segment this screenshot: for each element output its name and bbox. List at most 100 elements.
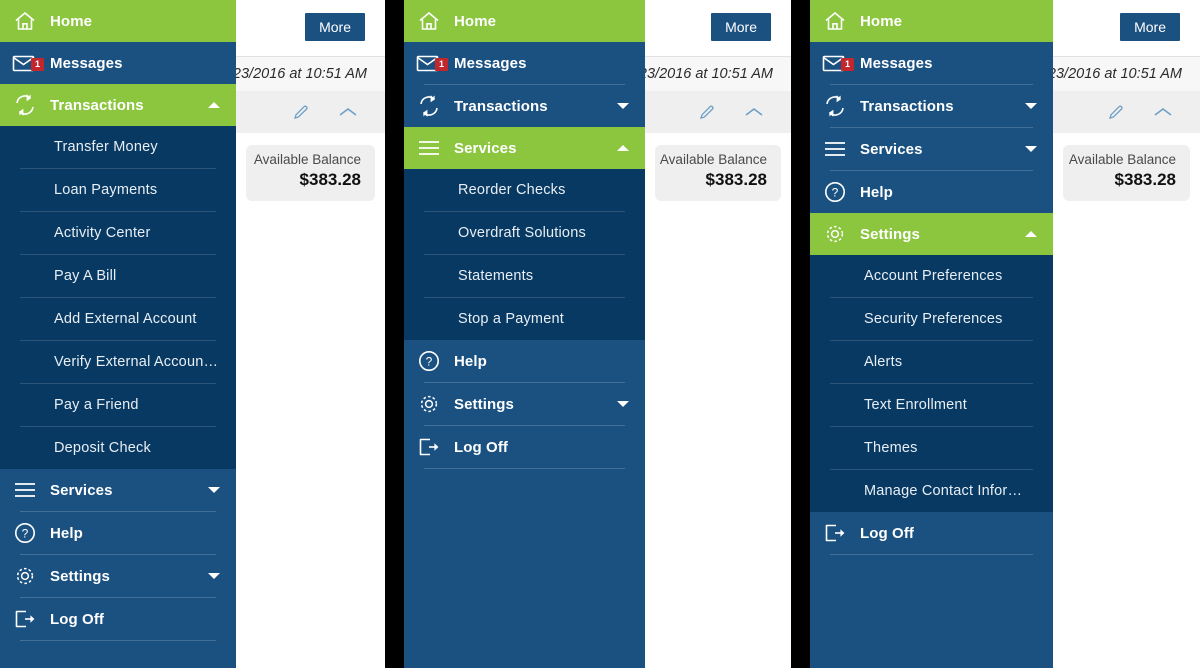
sidebar-item-log-off[interactable]: Log Off [0,598,236,640]
screenshot-root: More 06/23/2016 at 10:51 AM Available Ba… [0,0,1200,668]
pencil-icon[interactable] [697,102,717,122]
sidebar-item-home[interactable]: Home [404,0,645,42]
content-area: More 06/23/2016 at 10:51 AM Available Ba… [1053,0,1200,668]
sidebar-item-log-off[interactable]: Log Off [810,512,1053,554]
sidebar-nav-settings-expanded: Home 1 Messages Transactions Services? Help Se… [810,0,1053,668]
sidebar-item-messages[interactable]: 1 Messages [810,42,1053,84]
sidebar-item-messages[interactable]: 1 Messages [404,42,645,84]
sidebar-item-label: Messages [50,54,123,72]
chevron-up-icon[interactable] [208,102,220,108]
sidebar-item-label: Services [454,139,517,157]
pencil-icon[interactable] [1106,102,1126,122]
sidebar-item-label: Transactions [454,97,548,115]
chevron-down-icon[interactable] [208,573,220,579]
sidebar-item-label: Home [860,12,903,30]
sidebar-subitem-alerts[interactable]: Alerts [810,341,1053,383]
sidebar-item-services[interactable]: Services [404,127,645,169]
sidebar-subitem-label: Account Preferences [864,268,1003,284]
chevron-up-icon[interactable] [337,105,359,119]
sidebar-subitem-account-preferences[interactable]: Account Preferences [810,255,1053,297]
nav-separator [20,640,216,641]
more-button[interactable]: More [711,13,771,41]
sidebar-subitem-loan-payments[interactable]: Loan Payments [0,169,236,211]
content-area: More 06/23/2016 at 10:51 AM Available Ba… [645,0,791,668]
sidebar-subitem-label: Themes [864,440,918,456]
sidebar-item-log-off[interactable]: Log Off [404,426,645,468]
sidebar-item-help[interactable]: ? Help [404,340,645,382]
sidebar-item-label: Log Off [454,438,509,456]
svg-text:?: ? [832,186,839,200]
timestamp-text: 06/23/2016 at 10:51 AM [1053,66,1182,82]
chevron-down-icon[interactable] [617,401,629,407]
sidebar-subitem-label: Transfer Money [54,139,158,155]
sidebar-item-label: Settings [454,395,514,413]
sidebar-item-transactions[interactable]: Transactions [810,85,1053,127]
sidebar-subitem-overdraft-solutions[interactable]: Overdraft Solutions [404,212,645,254]
sidebar-item-transactions[interactable]: Transactions [404,85,645,127]
sidebar-item-settings[interactable]: Settings [0,555,236,597]
svg-text:?: ? [426,355,433,369]
sidebar-subitem-reorder-checks[interactable]: Reorder Checks [404,169,645,211]
message-count-badge: 1 [841,58,854,71]
sidebar-item-messages[interactable]: 1 Messages [0,42,236,84]
available-balance-amount: $383.28 [705,170,767,189]
sidebar-item-label: Settings [50,567,110,585]
sidebar-item-label: Help [860,183,893,201]
logout-icon [0,607,50,631]
sidebar-subitem-pay-a-bill[interactable]: Pay A Bill [0,255,236,297]
sidebar-item-help[interactable]: ? Help [810,171,1053,213]
card-toolbar [1053,91,1200,133]
sidebar-item-label: Services [860,140,923,158]
sidebar-subitem-add-external-account[interactable]: Add External Account [0,298,236,340]
chevron-down-icon[interactable] [1025,146,1037,152]
sidebar-subitem-transfer-money[interactable]: Transfer Money [0,126,236,168]
sidebar-subitem-statements[interactable]: Statements [404,255,645,297]
sidebar-item-transactions[interactable]: Transactions [0,84,236,126]
sidebar-item-label: Help [454,352,487,370]
sidebar-subitem-text-enrollment[interactable]: Text Enrollment [810,384,1053,426]
chevron-down-icon[interactable] [1025,103,1037,109]
chevron-up-icon[interactable] [1152,105,1174,119]
sidebar-subitem-stop-a-payment[interactable]: Stop a Payment [404,298,645,340]
transfer-arrows-icon [404,93,454,119]
timestamp-bar: 06/23/2016 at 10:51 AM [236,57,385,91]
chevron-up-icon[interactable] [1025,231,1037,237]
more-button[interactable]: More [1120,13,1180,41]
nav-separator [424,468,625,469]
sidebar-item-label: Help [50,524,83,542]
available-balance-card: Available Balance $383.28 [246,145,375,201]
card-toolbar [645,91,791,133]
hamburger-icon [404,138,454,158]
sidebar-subitem-verify-external-accoun[interactable]: Verify External Accoun… [0,341,236,383]
available-balance-card: Available Balance $383.28 [1063,145,1190,201]
chevron-down-icon[interactable] [617,103,629,109]
available-balance-label: Available Balance [1068,152,1176,167]
sidebar-subitem-security-preferences[interactable]: Security Preferences [810,298,1053,340]
sidebar-item-label: Log Off [860,524,915,542]
sidebar-nav-services-expanded: Home 1 Messages Transactions Services Reorder… [404,0,645,668]
sidebar-subitem-deposit-check[interactable]: Deposit Check [0,427,236,469]
sidebar-submenu: Reorder Checks Overdraft Solutions Stateme… [404,169,645,340]
sidebar-subitem-label: Reorder Checks [458,182,566,198]
sidebar-item-settings[interactable]: Settings [404,383,645,425]
sidebar-item-services[interactable]: Services [810,128,1053,170]
more-button[interactable]: More [305,13,365,41]
panel-settings-expanded: More 06/23/2016 at 10:51 AM Available Ba… [810,0,1200,668]
sidebar-item-home[interactable]: Home [0,0,236,42]
transfer-arrows-icon [0,92,50,118]
sidebar-item-services[interactable]: Services [0,469,236,511]
sidebar-item-help[interactable]: ? Help [0,512,236,554]
sidebar-subitem-themes[interactable]: Themes [810,427,1053,469]
available-balance-label: Available Balance [253,152,361,167]
sidebar-item-settings[interactable]: Settings [810,213,1053,255]
chevron-up-icon[interactable] [617,145,629,151]
pencil-icon[interactable] [291,102,311,122]
nav-separator [830,554,1033,555]
sidebar-subitem-activity-center[interactable]: Activity Center [0,212,236,254]
sidebar-subitem-manage-contact-infor[interactable]: Manage Contact Infor… [810,470,1053,512]
chevron-up-icon[interactable] [743,105,765,119]
sidebar-subitem-pay-a-friend[interactable]: Pay a Friend [0,384,236,426]
sidebar-item-home[interactable]: Home [810,0,1053,42]
sidebar-subitem-label: Pay a Friend [54,397,139,413]
chevron-down-icon[interactable] [208,487,220,493]
